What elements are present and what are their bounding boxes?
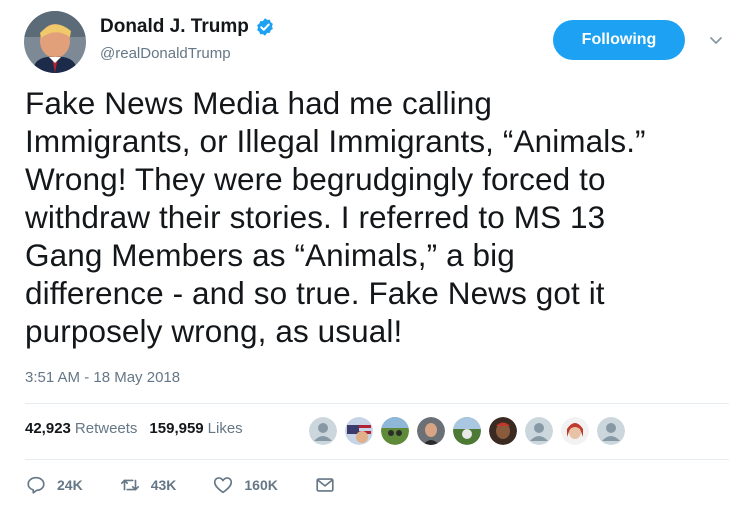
verified-badge-icon — [257, 18, 273, 36]
retweet-button[interactable]: 43K — [119, 474, 177, 496]
heart-icon — [214, 477, 233, 494]
avatar[interactable] — [24, 11, 86, 73]
tweet-timestamp[interactable]: 3:51 AM - 18 May 2018 — [25, 369, 180, 386]
tweet-stats: 42,923 Retweets 159,959 Likes — [25, 420, 255, 437]
tweet-text-line: difference - and so true. Fake News got … — [25, 275, 605, 311]
liker-avatar[interactable] — [309, 417, 337, 445]
reply-button[interactable]: 24K — [25, 474, 83, 496]
chevron-down-icon[interactable] — [706, 30, 726, 50]
author-display-name[interactable]: Donald J. Trump — [100, 16, 249, 38]
liker-avatar[interactable] — [561, 417, 589, 445]
liker-avatar[interactable] — [597, 417, 625, 445]
tweet-actions: 24K 43K 160K — [25, 474, 382, 496]
liker-avatars — [309, 417, 633, 445]
likes-label[interactable]: Likes — [208, 420, 243, 437]
following-button[interactable]: Following — [553, 20, 685, 60]
likes-count[interactable]: 159,959 — [149, 420, 203, 437]
reply-count: 24K — [57, 477, 83, 493]
divider — [25, 459, 729, 460]
tweet-text-line: Immigrants, or Illegal Immigrants, “Anim… — [25, 123, 646, 159]
liker-avatar[interactable] — [453, 417, 481, 445]
retweets-label[interactable]: Retweets — [75, 420, 138, 437]
envelope-icon — [316, 478, 334, 492]
liker-avatar[interactable] — [417, 417, 445, 445]
tweet-text: Fake News Media had me calling Immigrant… — [25, 84, 740, 350]
liker-avatar[interactable] — [345, 417, 373, 445]
avatar-image — [24, 11, 86, 73]
tweet-text-line: Fake News Media had me calling — [25, 85, 492, 121]
author-name-row: Donald J. Trump — [100, 16, 275, 38]
liker-avatar[interactable] — [489, 417, 517, 445]
like-button[interactable]: 160K — [212, 474, 278, 496]
divider — [25, 403, 729, 404]
like-count: 160K — [244, 477, 278, 493]
retweet-count: 43K — [150, 477, 177, 493]
tweet-text-line: withdraw their stories. I referred to MS… — [25, 199, 606, 235]
liker-avatar[interactable] — [381, 417, 409, 445]
liker-avatar[interactable] — [525, 417, 553, 445]
direct-message-button[interactable] — [314, 474, 346, 496]
retweets-count[interactable]: 42,923 — [25, 420, 71, 437]
tweet-text-line: Gang Members as “Animals,” a big — [25, 237, 515, 273]
author-handle[interactable]: @realDonaldTrump — [100, 45, 231, 62]
tweet-text-line: purposely wrong, as usual! — [25, 313, 403, 349]
reply-icon — [27, 476, 45, 494]
tweet-text-line: Wrong! They were begrudgingly forced to — [25, 161, 606, 197]
retweet-icon — [120, 479, 139, 491]
